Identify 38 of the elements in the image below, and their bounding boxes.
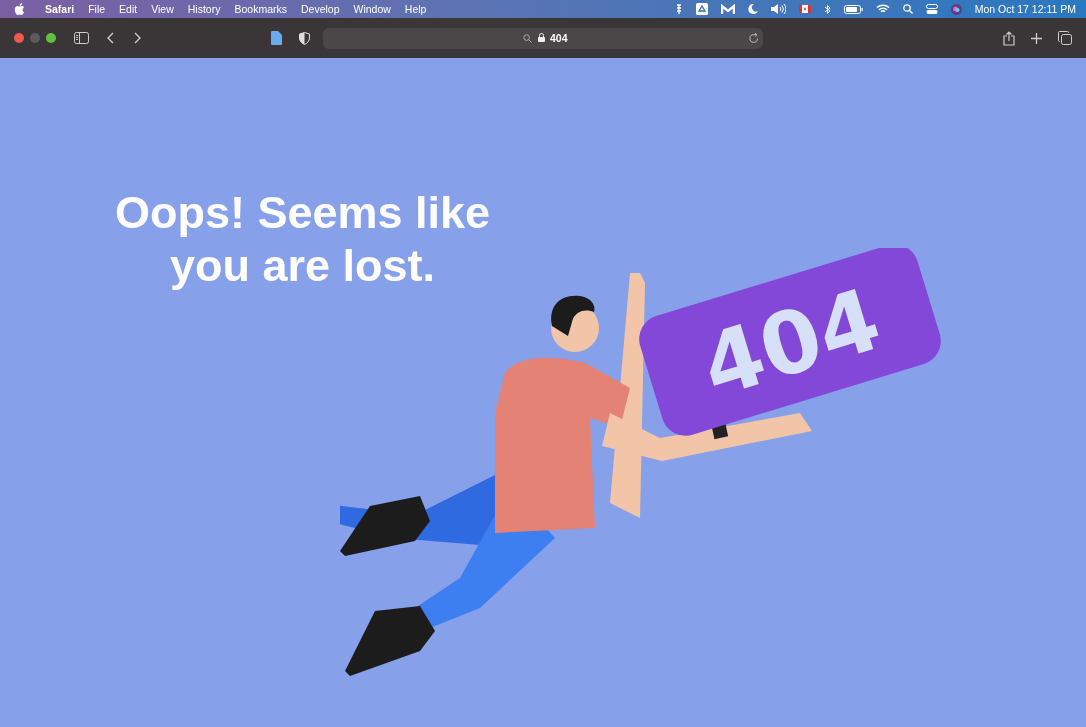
menu-item[interactable]: Window [353,3,391,15]
bluetooth-icon[interactable] [823,3,831,15]
search-icon[interactable] [902,4,913,14]
zoom-button[interactable] [46,33,56,43]
reload-icon[interactable] [749,33,759,44]
volume-icon[interactable] [770,4,786,14]
canada-flag-icon[interactable] [798,5,811,13]
address-field[interactable]: 404 [323,28,763,49]
wifi-icon[interactable] [875,4,890,14]
menu-item[interactable]: File [88,3,106,15]
sidebar-icon[interactable] [74,32,89,44]
shield-icon[interactable] [299,31,310,45]
clock-text: Mon Oct 17 12:11 PM [974,3,1076,15]
tabs-overview-icon[interactable] [1058,31,1072,45]
menu-item[interactable]: History [187,3,221,15]
triangle-app-icon[interactable] [695,3,708,15]
forward-icon[interactable] [134,32,141,44]
back-icon[interactable] [107,32,114,44]
sign-text: 404 [690,268,892,417]
close-button[interactable] [14,33,24,43]
share-icon[interactable] [1003,30,1015,46]
menu-item[interactable]: View [151,3,174,15]
error-heading: Oops! Seems like you are lost. [113,186,492,292]
siri-orb-icon[interactable] [950,3,962,15]
m-logo-icon[interactable] [720,3,735,15]
menu-item[interactable]: Bookmarks [234,3,287,15]
document-icon[interactable] [271,31,282,45]
menu-item[interactable]: Help [404,3,427,15]
battery-icon[interactable] [843,4,863,14]
menu-item[interactable]: Develop [300,3,340,15]
plus-icon[interactable] [1031,32,1042,44]
apple-logo-icon[interactable] [14,3,25,15]
toggle-switches-icon[interactable] [925,3,938,15]
search-icon [523,34,532,43]
menu-item[interactable]: Edit [119,3,138,15]
lock-icon [538,33,545,42]
moon-icon[interactable] [747,4,758,14]
menu-item[interactable]: Safari [45,3,75,15]
